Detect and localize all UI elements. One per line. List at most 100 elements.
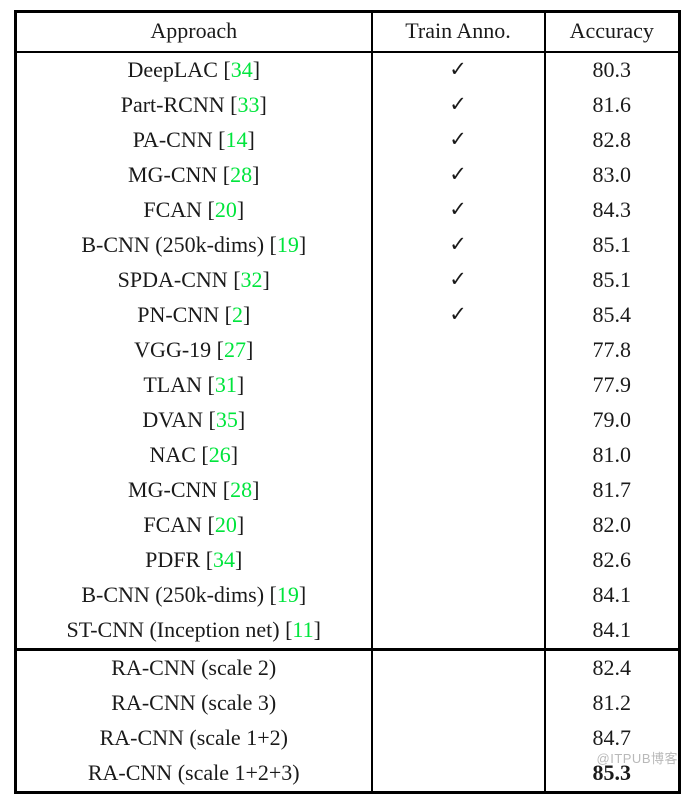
citation-reference[interactable]: [31] bbox=[208, 372, 245, 397]
approach-name: FCAN bbox=[143, 196, 203, 222]
bracket-open: [ bbox=[224, 301, 232, 327]
cell-train-anno: ✓ bbox=[370, 262, 545, 298]
bracket-close: ] bbox=[236, 371, 245, 397]
check-icon: ✓ bbox=[449, 266, 467, 291]
bracket-open: [ bbox=[207, 196, 215, 222]
cell-approach: RA-CNN (scale 2) bbox=[15, 647, 372, 686]
citation-reference[interactable]: [2] bbox=[225, 302, 251, 327]
column-header-train-anno: Train Anno. bbox=[370, 10, 545, 53]
citation-reference[interactable]: [27] bbox=[217, 337, 254, 362]
approach-name: RA-CNN (scale 2) bbox=[111, 654, 277, 680]
cell-accuracy: 85.1 bbox=[543, 227, 680, 263]
bracket-close: ] bbox=[242, 301, 251, 327]
citation-reference[interactable]: [11] bbox=[285, 617, 321, 642]
approach-name: B-CNN (250k-dims) bbox=[81, 231, 265, 257]
cell-accuracy: 77.8 bbox=[543, 332, 680, 368]
bracket-close: ] bbox=[237, 406, 246, 432]
cell-train-anno bbox=[370, 755, 545, 794]
cell-approach: SPDA-CNN [32] bbox=[16, 263, 372, 298]
cell-train-anno bbox=[370, 437, 545, 473]
citation-number: 20 bbox=[214, 511, 237, 537]
table-body: DeepLAC [34] ✓ 80.3 Part-RCNN [33] ✓ 81.6 PA-C… bbox=[15, 50, 680, 794]
approach-name: NAC bbox=[149, 441, 196, 467]
cell-train-anno bbox=[370, 542, 545, 578]
table-row: RA-CNN (scale 1+2) 84.7 bbox=[16, 720, 680, 756]
cell-accuracy: 82.8 bbox=[543, 122, 680, 158]
cell-train-anno bbox=[370, 507, 545, 543]
citation-number: 31 bbox=[214, 371, 237, 397]
citation-number: 19 bbox=[276, 231, 299, 257]
bracket-open: [ bbox=[222, 476, 231, 502]
cell-approach: FCAN [20] bbox=[16, 193, 372, 228]
approach-name: Part-RCNN bbox=[120, 91, 225, 117]
cell-train-anno bbox=[370, 367, 545, 403]
cell-approach: Part-RCNN [33] bbox=[16, 88, 372, 123]
citation-reference[interactable]: [33] bbox=[230, 92, 267, 117]
cell-train-anno: ✓ bbox=[370, 50, 545, 88]
cell-approach: NAC [26] bbox=[16, 438, 372, 473]
bracket-close: ] bbox=[236, 511, 245, 537]
approach-name: MG-CNN bbox=[128, 161, 218, 187]
citation-reference[interactable]: [20] bbox=[208, 197, 245, 222]
bracket-close: ] bbox=[313, 616, 321, 642]
cell-accuracy: 82.4 bbox=[543, 647, 680, 686]
citation-number: 32 bbox=[240, 266, 263, 292]
citation-number: 28 bbox=[230, 161, 253, 187]
cell-train-anno: ✓ bbox=[370, 87, 545, 123]
cell-accuracy: 85.1 bbox=[543, 262, 680, 298]
citation-number: 27 bbox=[224, 336, 246, 362]
citation-reference[interactable]: [19] bbox=[270, 582, 307, 607]
column-header-accuracy: Accuracy bbox=[543, 10, 680, 53]
citation-reference[interactable]: [28] bbox=[223, 477, 260, 502]
bracket-open: [ bbox=[208, 406, 216, 432]
citation-reference[interactable]: [14] bbox=[218, 127, 255, 152]
table-row: TLAN [31] 77.9 bbox=[16, 367, 680, 403]
approach-name: SPDA-CNN bbox=[117, 266, 228, 292]
approach-name: RA-CNN (scale 1+2+3) bbox=[87, 759, 300, 785]
check-icon: ✓ bbox=[449, 161, 467, 186]
table-row: B-CNN (250k-dims) [19] 84.1 bbox=[16, 577, 680, 613]
table-row: FCAN [20] 82.0 bbox=[16, 507, 680, 543]
citation-reference[interactable]: [26] bbox=[201, 442, 238, 467]
cell-approach: FCAN [20] bbox=[16, 508, 372, 543]
bracket-open: [ bbox=[269, 231, 277, 257]
check-icon: ✓ bbox=[449, 56, 467, 81]
citation-reference[interactable]: [35] bbox=[209, 407, 246, 432]
table-row: PA-CNN [14] ✓ 82.8 bbox=[16, 122, 680, 158]
citation-reference[interactable]: [28] bbox=[223, 162, 260, 187]
citation-reference[interactable]: [19] bbox=[270, 232, 307, 257]
cell-approach: MG-CNN [28] bbox=[16, 473, 372, 508]
bracket-close: ] bbox=[230, 441, 239, 467]
cell-accuracy: 77.9 bbox=[543, 367, 680, 403]
citation-reference[interactable]: [20] bbox=[208, 512, 245, 537]
check-icon: ✓ bbox=[449, 301, 467, 326]
citation-reference[interactable]: [34] bbox=[223, 57, 260, 82]
cell-approach: PA-CNN [14] bbox=[16, 123, 372, 158]
citation-number: 33 bbox=[237, 91, 260, 117]
citation-number: 35 bbox=[215, 406, 238, 432]
approach-name: MG-CNN bbox=[128, 476, 218, 502]
approach-name: DeepLAC bbox=[127, 56, 218, 82]
table-row: B-CNN (250k-dims) [19] ✓ 85.1 bbox=[16, 227, 680, 263]
bracket-close: ] bbox=[235, 546, 243, 572]
cell-approach: VGG-19 [27] bbox=[16, 333, 372, 368]
approach-name: B-CNN (250k-dims) bbox=[81, 581, 265, 607]
bracket-open: [ bbox=[216, 336, 224, 362]
approach-name: DVAN bbox=[142, 406, 204, 432]
cell-train-anno: ✓ bbox=[370, 192, 545, 228]
approach-name: PDFR bbox=[145, 546, 201, 572]
cell-train-anno bbox=[370, 720, 545, 756]
cell-train-anno bbox=[370, 332, 545, 368]
table-row: FCAN [20] ✓ 84.3 bbox=[16, 192, 680, 228]
cell-accuracy: 83.0 bbox=[543, 157, 680, 193]
cell-train-anno bbox=[370, 402, 545, 438]
bracket-close: ] bbox=[252, 56, 261, 82]
cell-train-anno bbox=[370, 472, 545, 508]
citation-reference[interactable]: [32] bbox=[233, 267, 270, 292]
bracket-open: [ bbox=[233, 266, 241, 292]
cell-approach: RA-CNN (scale 1+2+3) bbox=[15, 755, 372, 794]
citation-reference[interactable]: [34] bbox=[206, 547, 243, 572]
bracket-open: [ bbox=[222, 161, 231, 187]
cell-approach: TLAN [31] bbox=[16, 368, 372, 403]
bracket-open: [ bbox=[207, 511, 215, 537]
